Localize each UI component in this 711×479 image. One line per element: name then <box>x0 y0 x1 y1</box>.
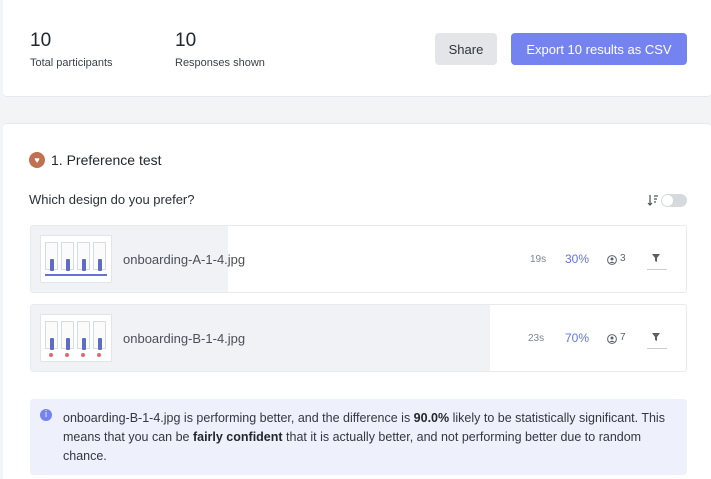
option-count: 3 <box>620 253 626 264</box>
option-thumbnail[interactable] <box>40 314 112 362</box>
info-icon: i <box>40 409 52 421</box>
option-filename: onboarding-A-1-4.jpg <box>123 252 246 267</box>
total-participants-stat: 10 Total participants <box>30 30 113 69</box>
section-title: 1. Preference test <box>51 152 162 168</box>
info-confidence-value: 90.0% <box>413 411 450 425</box>
option-thumbnail[interactable] <box>40 235 112 283</box>
preference-test-card: ♥ 1. Preference test Which design do you… <box>3 123 711 479</box>
info-confidence-phrase: fairly confident <box>192 430 283 444</box>
option-count: 7 <box>620 332 626 343</box>
share-button[interactable]: Share <box>435 33 497 65</box>
export-csv-button[interactable]: Export 10 results as CSV <box>511 33 687 65</box>
filter-icon <box>652 254 660 262</box>
option-percent: 70% <box>565 331 590 345</box>
filter-button[interactable] <box>645 247 667 270</box>
responses-shown-stat: 10 Responses shown <box>175 30 265 69</box>
summary-card: 10 Total participants 10 Responses shown… <box>3 0 711 97</box>
option-time: 19s <box>530 254 547 265</box>
total-participants-label: Total participants <box>30 57 113 69</box>
info-text-part: onboarding-B-1-4.jpg is performing bette… <box>63 411 414 425</box>
option-row: onboarding-A-1-4.jpg 19s 30% 3 <box>30 225 687 293</box>
option-percent: 30% <box>565 252 590 266</box>
responses-shown-value: 10 <box>175 30 197 51</box>
responses-shown-label: Responses shown <box>175 57 265 69</box>
filter-icon <box>652 333 660 341</box>
sort-toggle[interactable] <box>661 194 687 207</box>
significance-info-box: i onboarding-B-1-4.jpg is performing bet… <box>30 399 687 475</box>
total-participants-value: 10 <box>30 30 52 51</box>
significance-text: onboarding-B-1-4.jpg is performing bette… <box>63 409 675 466</box>
question-text: Which design do you prefer? <box>29 192 195 207</box>
user-icon <box>607 334 617 344</box>
sort-descending-icon[interactable] <box>647 194 659 206</box>
option-filename: onboarding-B-1-4.jpg <box>123 331 246 346</box>
section-header: ♥ 1. Preference test <box>29 152 162 168</box>
option-row: onboarding-B-1-4.jpg 23s 70% 7 <box>30 304 687 372</box>
toggle-knob <box>662 195 673 206</box>
filter-button[interactable] <box>645 326 667 349</box>
user-icon <box>607 255 617 265</box>
option-time: 23s <box>528 333 545 344</box>
heart-icon: ♥ <box>29 152 45 168</box>
